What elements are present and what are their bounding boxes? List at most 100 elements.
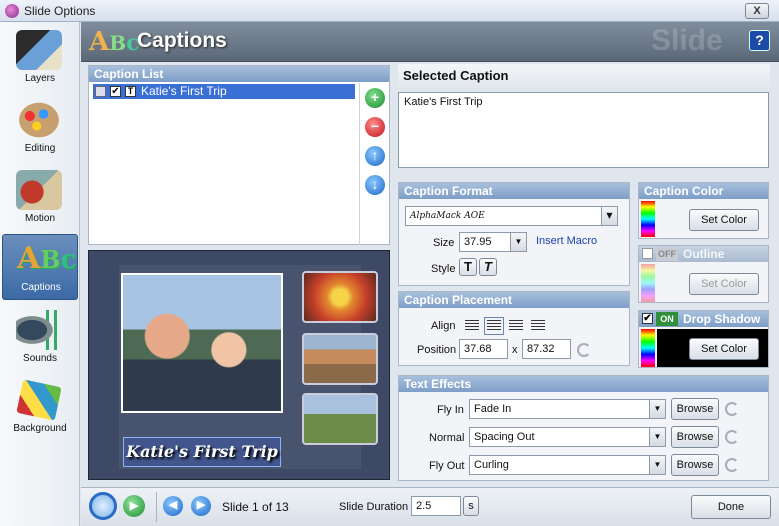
done-button[interactable]: Done (691, 495, 771, 519)
flower-photo (302, 271, 378, 323)
chevron-down-icon[interactable]: ▼ (649, 428, 665, 446)
close-button[interactable]: X (745, 3, 769, 19)
sidebar-item-label: Captions (21, 282, 61, 293)
duration-unit: s (463, 496, 479, 516)
outline-checkbox[interactable] (642, 248, 653, 259)
reset-normal-icon[interactable] (725, 430, 739, 444)
slide-counter: Slide 1 of 13 (222, 500, 289, 514)
chevron-down-icon[interactable]: ▼ (601, 207, 617, 225)
normal-value: Spacing Out (474, 431, 535, 443)
outline-state: OFF (656, 247, 678, 261)
bottom-bar: ▶ ◀ ▶ Slide 1 of 13 Slide Duration 2.5 s… (81, 487, 779, 526)
normal-browse-button[interactable]: Browse (671, 426, 719, 448)
align-right-icon[interactable] (509, 320, 523, 332)
position-x-input[interactable]: 37.68 (459, 339, 508, 359)
fly-out-value: Curling (474, 459, 509, 471)
chevron-down-icon[interactable]: ▼ (649, 400, 665, 418)
insert-macro-link[interactable]: Insert Macro (536, 235, 597, 247)
caption-list-title: Caption List (89, 66, 389, 82)
fly-out-label: Fly Out (429, 460, 465, 472)
sidebar: Layers Editing Motion ABc Captions Sound… (0, 22, 80, 526)
align-justify-icon[interactable] (531, 320, 545, 332)
drop-shadow-set-color-button[interactable]: Set Color (689, 338, 759, 360)
caption-set-color-button[interactable]: Set Color (689, 209, 759, 231)
size-select-value: 37.95 (464, 236, 492, 248)
play-button[interactable]: ▶ (123, 495, 145, 517)
italic-button[interactable]: T (479, 258, 497, 276)
caption-item-label: Katie's First Trip (141, 84, 227, 98)
size-label: Size (433, 237, 455, 249)
caption-format-panel: Caption Format AlphaMack AOE ▼ Size 37.95… (398, 182, 630, 286)
align-label: Align (431, 320, 456, 332)
reset-position-icon[interactable] (577, 343, 591, 357)
move-up-button[interactable]: ↑ (365, 146, 385, 166)
expand-icon[interactable] (95, 86, 106, 97)
help-button[interactable]: ? (749, 30, 770, 51)
sidebar-item-editing[interactable]: Editing (2, 96, 78, 162)
fly-in-select[interactable]: Fade In ▼ (469, 399, 666, 419)
chevron-down-icon[interactable]: ▼ (510, 233, 526, 251)
drop-shadow-panel: ✔ ON Drop Shadow Set Color (638, 310, 769, 368)
bold-button[interactable]: T (459, 258, 477, 276)
size-select[interactable]: 37.95 ▼ (459, 232, 527, 252)
font-select[interactable]: AlphaMack AOE ▼ (405, 206, 618, 226)
caption-color-panel: Caption Color Set Color (638, 182, 769, 239)
preview-caption-text: Katie's First Trip (126, 442, 278, 461)
header-watermark: Slide (651, 24, 723, 57)
align-left-icon[interactable] (465, 320, 479, 332)
outline-set-color-button[interactable]: Set Color (689, 273, 759, 295)
slide-preview[interactable]: Katie's First Trip (88, 250, 390, 480)
outline-title: Outline (683, 247, 725, 261)
sidebar-item-motion[interactable]: Motion (2, 166, 78, 232)
sidebar-item-label: Layers (24, 73, 55, 84)
fly-in-label: Fly In (437, 404, 464, 416)
sidebar-item-background[interactable]: Background (2, 376, 78, 442)
caption-placement-title: Caption Placement (399, 292, 629, 308)
caption-color-swatch[interactable] (641, 201, 655, 237)
position-label: Position (417, 344, 457, 356)
selected-caption-textarea[interactable]: Katie's First Trip (398, 92, 769, 168)
drop-shadow-state: ON (656, 312, 678, 326)
sidebar-item-captions[interactable]: ABc Captions (2, 234, 78, 300)
drop-shadow-checkbox[interactable]: ✔ (642, 313, 653, 324)
remove-caption-button[interactable]: − (365, 117, 385, 137)
chevron-down-icon[interactable]: ▼ (649, 456, 665, 474)
text-effects-panel: Text Effects Fly In Fade In ▼ Browse Norm… (398, 375, 769, 481)
sidebar-item-layers[interactable]: Layers (2, 26, 78, 92)
fly-in-browse-button[interactable]: Browse (671, 398, 719, 420)
outline-color-swatch[interactable] (641, 264, 655, 302)
abc-logo-icon: ABc (89, 27, 140, 57)
caption-list-panel: Caption List ✔ T Katie's First Trip + − … (88, 65, 390, 245)
move-down-button[interactable]: ↓ (365, 175, 385, 195)
fly-out-select[interactable]: Curling ▼ (469, 455, 666, 475)
sidebar-item-label: Motion (24, 213, 55, 224)
slide-duration-input[interactable]: 2.5 (411, 496, 461, 516)
position-separator: x (512, 344, 518, 356)
style-label: Style (431, 263, 456, 275)
outline-panel: OFF Outline Set Color (638, 245, 769, 303)
caption-color-title: Caption Color (639, 183, 768, 199)
reset-fly-in-icon[interactable] (725, 402, 739, 416)
field-photo (302, 393, 378, 445)
preview-caption[interactable]: Katie's First Trip (123, 437, 281, 467)
zoom-preview-icon[interactable] (89, 492, 117, 520)
next-slide-button[interactable]: ▶ (191, 496, 211, 516)
position-y-input[interactable]: 87.32 (522, 339, 571, 359)
caption-format-title: Caption Format (399, 183, 629, 199)
drop-shadow-color-swatch[interactable] (641, 329, 655, 367)
caption-checkbox[interactable]: ✔ (110, 86, 121, 97)
sidebar-item-sounds[interactable]: Sounds (2, 306, 78, 372)
list-item[interactable]: ✔ T Katie's First Trip (93, 84, 355, 99)
align-center-icon[interactable] (484, 317, 504, 335)
section-header: ABc Captions Slide ? (81, 22, 779, 62)
caption-list-divider (359, 83, 360, 245)
drop-shadow-title: Drop Shadow (683, 312, 761, 326)
motion-clock-icon (16, 170, 62, 210)
previous-slide-button[interactable]: ◀ (163, 496, 183, 516)
title-bar: Slide Options X (0, 0, 779, 22)
fly-out-browse-button[interactable]: Browse (671, 454, 719, 476)
reset-fly-out-icon[interactable] (725, 458, 739, 472)
drop-shadow-header: ✔ ON Drop Shadow (639, 311, 768, 327)
add-caption-button[interactable]: + (365, 88, 385, 108)
normal-select[interactable]: Spacing Out ▼ (469, 427, 666, 447)
